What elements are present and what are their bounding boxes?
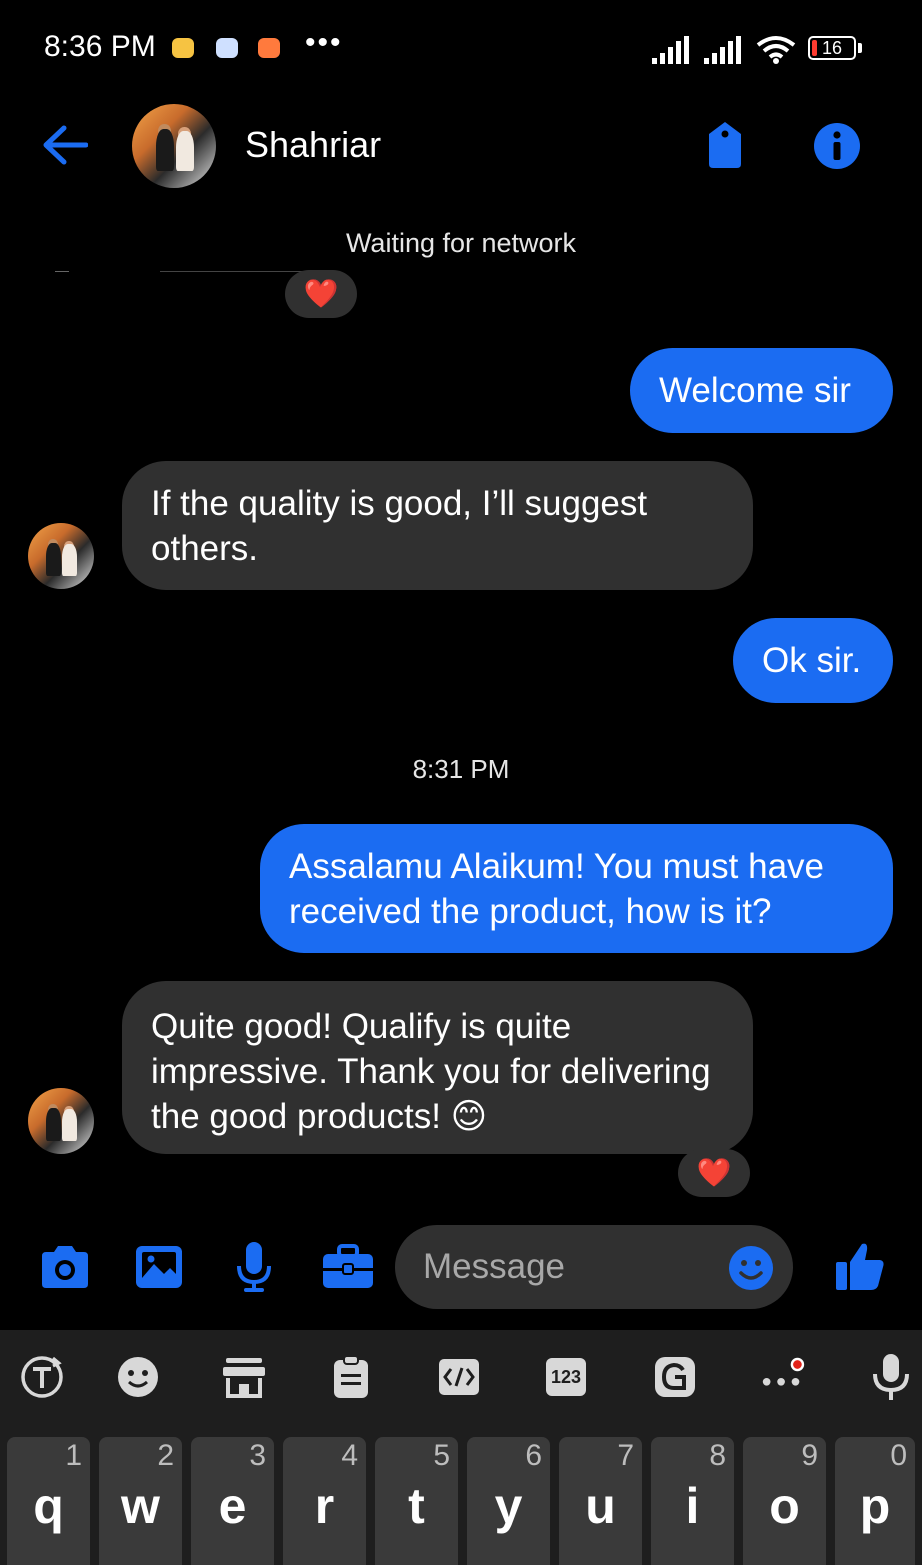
key-o[interactable]: 9o — [743, 1437, 826, 1565]
previous-message-edge — [55, 271, 69, 272]
gif-icon[interactable] — [650, 1352, 700, 1402]
message-bubble-sent[interactable]: Assalamu Alaikum! You must have received… — [260, 824, 893, 953]
message-bubble-sent[interactable]: Welcome sir — [630, 348, 893, 433]
tag-icon[interactable] — [705, 120, 745, 170]
message-bubble-received[interactable]: Quite good! Qualify is quite impressive.… — [122, 981, 753, 1154]
key-letter: i — [685, 1478, 700, 1534]
camera-icon[interactable] — [38, 1244, 92, 1290]
status-time: 8:36 PM — [44, 30, 156, 63]
notification-app-icon — [172, 38, 194, 58]
key-letter: q — [33, 1478, 64, 1534]
text-edit-icon[interactable] — [434, 1352, 484, 1402]
key-e[interactable]: 3e — [191, 1437, 274, 1565]
emoji-icon[interactable] — [728, 1245, 774, 1291]
store-icon[interactable] — [219, 1352, 269, 1402]
key-letter: p — [859, 1478, 891, 1534]
battery-icon: 16 — [808, 36, 856, 60]
translate-icon[interactable] — [17, 1352, 67, 1402]
key-number: 6 — [525, 1439, 542, 1472]
key-q[interactable]: 1q — [7, 1437, 90, 1565]
key-letter: e — [218, 1478, 247, 1534]
signal-icon — [652, 36, 689, 64]
key-letter: u — [585, 1478, 616, 1534]
sender-avatar[interactable] — [28, 1088, 94, 1154]
wifi-icon — [756, 36, 796, 64]
previous-message-edge — [160, 271, 320, 272]
key-number: 5 — [433, 1439, 450, 1472]
contact-avatar[interactable] — [132, 104, 216, 188]
more-notifications-icon: ••• — [305, 26, 343, 59]
sender-avatar[interactable] — [28, 523, 94, 589]
key-i[interactable]: 8i — [651, 1437, 734, 1565]
key-letter: r — [314, 1478, 335, 1534]
message-bubble-received[interactable]: If the quality is good, I’ll suggest oth… — [122, 461, 753, 590]
sticker-icon[interactable] — [113, 1352, 163, 1402]
number-pad-label: 123 — [546, 1358, 586, 1396]
like-thumbs-up-icon[interactable] — [834, 1240, 886, 1292]
microphone-icon[interactable] — [236, 1240, 272, 1294]
message-timestamp: 8:31 PM — [412, 754, 510, 784]
key-number: 0 — [890, 1439, 907, 1472]
battery-tip — [858, 43, 862, 53]
notification-app-icon — [258, 38, 280, 58]
clipboard-icon[interactable] — [326, 1352, 376, 1402]
key-w[interactable]: 2w — [99, 1437, 182, 1565]
contact-name[interactable]: Shahriar — [245, 124, 381, 166]
key-letter: o — [769, 1478, 800, 1534]
battery-level: 16 — [821, 38, 843, 58]
voice-input-icon[interactable] — [866, 1352, 916, 1402]
notification-app-icon — [216, 38, 238, 58]
heart-reaction[interactable]: ❤️ — [678, 1149, 750, 1197]
connection-status: Waiting for network — [345, 228, 577, 258]
key-number: 9 — [801, 1439, 818, 1472]
key-y[interactable]: 6y — [467, 1437, 550, 1565]
gallery-icon[interactable] — [134, 1244, 184, 1290]
key-number: 7 — [617, 1439, 634, 1472]
key-letter: y — [494, 1478, 523, 1534]
key-number: 4 — [341, 1439, 358, 1472]
signal-icon — [704, 36, 741, 64]
back-arrow-icon[interactable] — [42, 124, 88, 166]
info-icon[interactable] — [813, 122, 861, 170]
key-letter: t — [408, 1478, 425, 1534]
key-number: 8 — [709, 1439, 726, 1472]
key-p[interactable]: 0p — [835, 1437, 915, 1565]
briefcase-icon[interactable] — [321, 1244, 375, 1290]
key-u[interactable]: 7u — [559, 1437, 642, 1565]
message-bubble-sent[interactable]: Ok sir. — [733, 618, 893, 703]
key-number: 2 — [157, 1439, 174, 1472]
number-pad-icon[interactable]: 123 — [541, 1352, 591, 1402]
key-letter: w — [121, 1478, 160, 1534]
more-tools-icon[interactable] — [758, 1352, 808, 1402]
heart-reaction[interactable]: ❤️ — [285, 270, 357, 318]
key-number: 3 — [249, 1439, 266, 1472]
key-number: 1 — [65, 1439, 82, 1472]
key-t[interactable]: 5t — [375, 1437, 458, 1565]
key-r[interactable]: 4r — [283, 1437, 366, 1565]
